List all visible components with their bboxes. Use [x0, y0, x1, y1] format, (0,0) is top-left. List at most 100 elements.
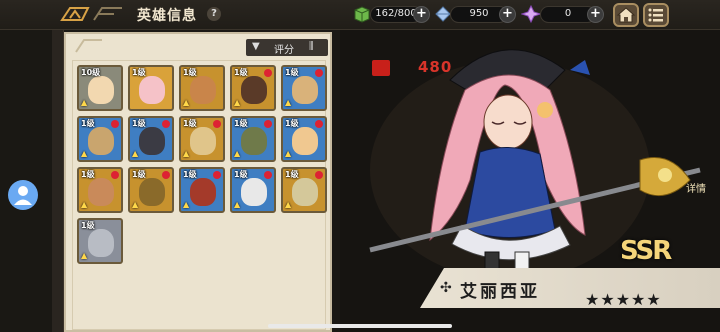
hero-card[interactable]: 1级 ▲: [179, 65, 225, 111]
panel-divider: [52, 30, 64, 332]
hero-level: 1级: [132, 68, 146, 77]
add-stamina-button[interactable]: +: [413, 6, 430, 23]
upgrade-arrow-icon: ▲: [81, 98, 88, 107]
alert-dot-icon: [111, 171, 119, 179]
help-icon[interactable]: ?: [207, 7, 221, 21]
upgrade-arrow-icon: ▲: [234, 200, 241, 209]
back-arrow-icon[interactable]: [60, 6, 130, 22]
home-icon: [616, 7, 636, 23]
upgrade-arrow-icon: ▲: [81, 251, 88, 260]
hero-card[interactable]: 1级 ▲: [77, 167, 123, 213]
details-button[interactable]: 详情: [686, 180, 706, 195]
alert-dot-icon: [315, 69, 323, 77]
stamina-cube-icon: [352, 4, 372, 24]
alert-dot-icon: [315, 171, 323, 179]
top-bar: 英雄信息 ? 162/800 + 950 + 0 +: [0, 0, 720, 30]
upgrade-arrow-icon: ▲: [81, 149, 88, 158]
hero-card[interactable]: 1级 ▲: [179, 167, 225, 213]
hero-level: 1级: [285, 170, 299, 179]
hero-card[interactable]: 1级 ▲: [179, 116, 225, 162]
sort-filter-button[interactable]: ▼ 评分 ⫼: [246, 39, 328, 56]
upgrade-arrow-icon: ▲: [81, 200, 88, 209]
hero-card[interactable]: 10级 ▲: [77, 65, 123, 111]
hero-portrait-thumb: [139, 127, 165, 155]
alert-dot-icon: [213, 171, 221, 179]
page-title: 英雄信息: [137, 8, 197, 24]
user-avatar[interactable]: [8, 180, 38, 210]
hero-card[interactable]: 1级 ▲: [281, 116, 327, 162]
menu-button[interactable]: [643, 3, 669, 27]
hero-card[interactable]: 1级 ▲: [230, 167, 276, 213]
hero-card[interactable]: 1级 ▲: [77, 116, 123, 162]
hero-portrait-thumb: [88, 178, 114, 206]
hero-portrait-thumb: [190, 127, 216, 155]
hero-card[interactable]: 1级 ▲: [230, 65, 276, 111]
hero-grid: 10级 ▲ 1级 1级 ▲ 1级 ▲ 1级 ▲ 1级 ▲ 1级 ▲ 1级 ▲ 1级 ▲ 1级 ▲ 1级 ▲ 1级 ▲ 1级 ▲ 1…: [72, 60, 327, 330]
hero-card[interactable]: 1级 ▲: [230, 116, 276, 162]
hero-card[interactable]: 1级 ▲: [281, 167, 327, 213]
alert-dot-icon: [264, 69, 272, 77]
alert-dot-icon: [264, 171, 272, 179]
upgrade-arrow-icon: ▲: [234, 98, 241, 107]
add-gem-button[interactable]: +: [587, 6, 604, 23]
hero-level: 1级: [132, 119, 146, 128]
hero-level: 1级: [234, 170, 248, 179]
hero-level: 1级: [183, 119, 197, 128]
add-crystal-button[interactable]: +: [499, 6, 516, 23]
stamina-counter: 162/800 +: [370, 6, 430, 23]
hero-portrait-thumb: [241, 127, 267, 155]
decor-pattern-icon: [75, 39, 102, 53]
power-fist-icon: [372, 60, 390, 76]
hero-portrait-thumb: [88, 229, 114, 257]
hero-card[interactable]: 1级: [128, 65, 174, 111]
alert-dot-icon: [264, 120, 272, 128]
hero-card[interactable]: 1级 ▲: [281, 65, 327, 111]
upgrade-arrow-icon: ▲: [183, 149, 190, 158]
hero-level: 1级: [285, 68, 299, 77]
hero-card[interactable]: 1级 ▲: [77, 218, 123, 264]
gem-icon: [520, 4, 542, 24]
star-rating: ★★★★★: [585, 290, 662, 309]
hero-list-panel: ▼ 评分 ⫼ 10级 ▲ 1级 1级 ▲ 1级 ▲ 1级 ▲ 1级 ▲ 1级 ▲ 1级 ▲ 1级 ▲ 1级 ▲ 1级 ▲…: [64, 32, 332, 332]
element-sparkle-icon: ✣: [440, 280, 452, 296]
hero-portrait-thumb: [88, 127, 114, 155]
list-menu-icon: [648, 8, 663, 22]
alert-dot-icon: [162, 171, 170, 179]
alert-dot-icon: [315, 120, 323, 128]
hero-portrait-thumb: [139, 178, 165, 206]
hero-level: 1级: [81, 119, 95, 128]
upgrade-arrow-icon: ▲: [285, 149, 292, 158]
hero-card[interactable]: 1级 ▲: [128, 167, 174, 213]
hero-portrait-thumb: [292, 127, 318, 155]
hero-portrait-thumb: [190, 76, 216, 104]
upgrade-arrow-icon: ▲: [285, 98, 292, 107]
upgrade-arrow-icon: ▲: [132, 149, 139, 158]
hero-level: 1级: [183, 68, 197, 77]
upgrade-arrow-icon: ▲: [285, 200, 292, 209]
hero-portrait-thumb: [292, 76, 318, 104]
hero-power: 480: [418, 58, 453, 76]
sort-label: 评分: [274, 45, 294, 56]
hero-level: 1级: [285, 119, 299, 128]
hero-portrait-thumb: [292, 178, 318, 206]
hero-level: 1级: [81, 221, 95, 230]
alert-dot-icon: [111, 120, 119, 128]
hero-level: 1级: [132, 170, 146, 179]
home-indicator[interactable]: [268, 324, 452, 328]
upgrade-arrow-icon: ▲: [234, 149, 241, 158]
crystal-counter: 950 +: [450, 6, 516, 23]
hero-card[interactable]: 1级 ▲: [128, 116, 174, 162]
upgrade-arrow-icon: ▲: [132, 200, 139, 209]
hero-level: 1级: [234, 68, 248, 77]
gem-counter: 0 +: [540, 6, 604, 23]
hero-portrait-thumb: [139, 76, 165, 104]
upgrade-arrow-icon: ▲: [183, 98, 190, 107]
funnel-icon: ▼: [252, 41, 260, 52]
left-column: [0, 30, 52, 332]
hero-name: 艾丽西亚: [460, 282, 540, 302]
hero-level: 10级: [81, 68, 101, 77]
hero-portrait-thumb: [241, 178, 267, 206]
rarity-badge: SSR: [620, 236, 672, 266]
person-icon: [14, 186, 32, 205]
home-button[interactable]: [613, 3, 639, 27]
